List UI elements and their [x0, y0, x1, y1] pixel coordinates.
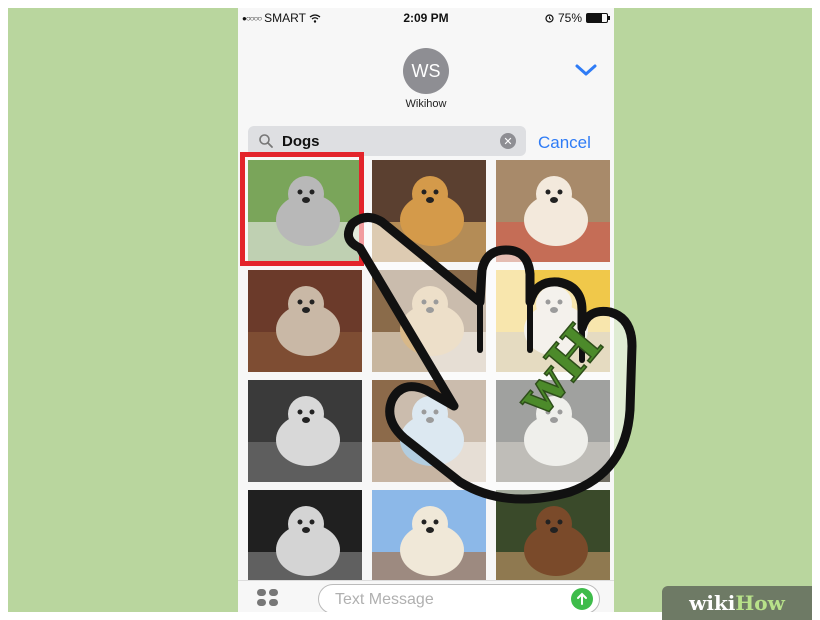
compose-bar: Text Message: [238, 580, 614, 612]
logo-how: How: [735, 591, 785, 615]
cancel-button[interactable]: Cancel: [538, 133, 591, 153]
message-placeholder: Text Message: [335, 591, 434, 608]
chevron-down-icon[interactable]: [572, 60, 600, 80]
conversation-header: WS Wikihow: [238, 28, 614, 121]
contact-name[interactable]: Wikihow: [238, 98, 614, 110]
avatar[interactable]: WS: [403, 48, 449, 94]
app-drawer-icon[interactable]: [256, 588, 280, 608]
pointing-hand-icon: wH: [343, 213, 637, 504]
status-bar: ●○○○○ SMART 2:09 PM 75%: [238, 8, 614, 28]
send-arrow-icon[interactable]: [571, 588, 593, 610]
message-input[interactable]: Text Message: [318, 584, 600, 612]
battery-icon: [586, 13, 610, 23]
logo-wiki: wiki: [689, 591, 736, 615]
search-query: Dogs: [282, 132, 320, 150]
wikihow-logo: wiki How: [662, 586, 812, 620]
clear-icon[interactable]: ✕: [500, 133, 516, 149]
battery-percent: 75%: [557, 11, 582, 25]
battery-group: 75%: [545, 11, 610, 25]
alarm-icon: [545, 13, 554, 23]
search-icon: [259, 134, 273, 148]
